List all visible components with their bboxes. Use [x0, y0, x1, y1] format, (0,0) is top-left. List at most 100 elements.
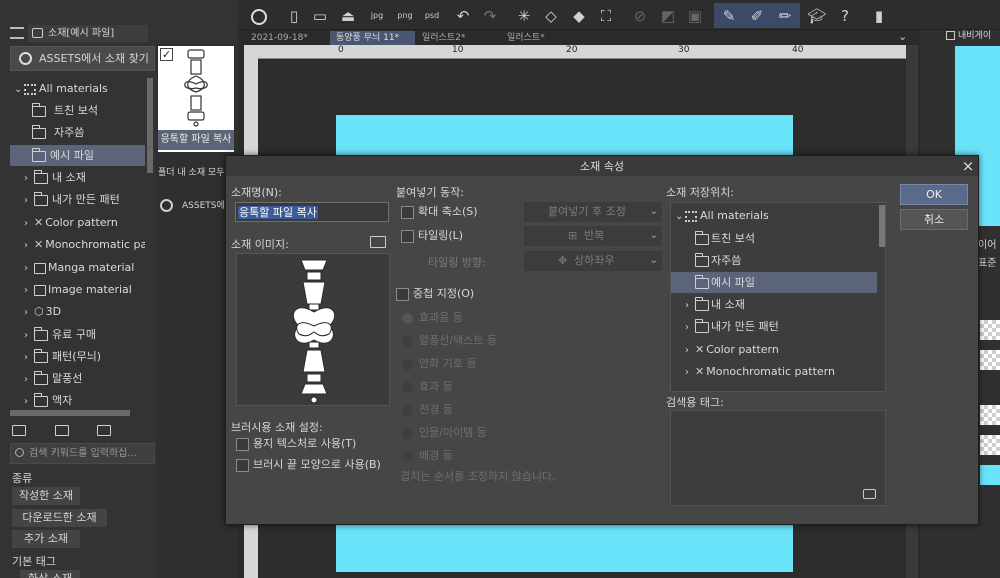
search-input[interactable]: 검색 키워드를 입력하십... — [10, 443, 155, 464]
invert-icon[interactable]: ◩ — [657, 5, 679, 27]
layer-thumb-3[interactable] — [980, 405, 1000, 425]
add-folder-icon[interactable] — [12, 424, 26, 436]
tree-item-manga[interactable]: › Manga material — [10, 257, 145, 278]
overlap-checkbox[interactable]: 중첩 지정(O) — [396, 285, 474, 303]
category-created-button[interactable]: 작성한 소재 — [12, 487, 80, 505]
location-item-monochromatic[interactable]: › ✕ Monochromatic pattern — [671, 361, 877, 382]
clear-icon[interactable]: ◇ — [540, 5, 562, 27]
overlap-option-sfx[interactable]: 효과음 등 — [402, 308, 463, 328]
tiling-direction-dropdown[interactable]: ✥ 상하좌우 ⌄ — [524, 251, 662, 271]
export-jpg-icon[interactable]: jpg — [366, 5, 388, 27]
location-item-my-pattern[interactable]: › 내가 만든 패턴 — [671, 316, 877, 337]
category-downloaded-button[interactable]: 다운로드한 소재 — [12, 509, 107, 527]
category-added-button[interactable]: 추가 소재 — [12, 530, 80, 548]
location-item-frequent[interactable]: 자주씀 — [671, 250, 877, 271]
location-item-color-pattern[interactable]: › ✕ Color pattern — [671, 339, 877, 360]
ruler-label-30: 30 — [678, 45, 690, 55]
layer-thumb-2[interactable] — [980, 350, 1000, 370]
canvas-tab-1[interactable]: 2021-09-18* — [245, 31, 325, 45]
cancel-button[interactable]: 취소 — [900, 209, 968, 230]
location-item-friend-gems[interactable]: 트친 보석 — [671, 228, 877, 249]
edit-folder-icon[interactable] — [97, 424, 111, 436]
new-file-icon[interactable]: ▯ — [283, 5, 305, 27]
learn-icon[interactable]: 🎓︎ — [806, 5, 828, 27]
canvas-tab-2[interactable]: 동양풍 무늬 11* — [330, 31, 415, 45]
tree-item-all-materials[interactable]: ⌄ All materials — [10, 78, 145, 99]
undo-icon[interactable]: ↶ — [452, 5, 474, 27]
ok-button[interactable]: OK — [900, 184, 968, 205]
export-psd-icon[interactable]: psd — [421, 5, 443, 27]
transform-icon[interactable]: ⛶ — [595, 5, 617, 27]
scale-dropdown[interactable]: 붙여넣기 후 조정 ⌄ — [524, 202, 662, 222]
tree-item-pattern[interactable]: › 패턴(무늬) — [10, 346, 145, 367]
help-icon[interactable]: ? — [834, 5, 856, 27]
image-material-tag-button[interactable]: 화상 소재 — [20, 570, 80, 578]
location-item-my-material[interactable]: › 내 소재 — [671, 294, 877, 315]
blend-mode-text[interactable]: 표준 — [978, 254, 996, 269]
overlap-option-character[interactable]: 인물/아이템 등 — [402, 423, 487, 443]
assets-button[interactable]: ASSETS에서 소재 찾기 — [10, 46, 155, 71]
tree-item-balloon[interactable]: › 말풍선 — [10, 368, 145, 389]
copy-folder-icon[interactable] — [54, 424, 69, 436]
tree-item-friend-gems[interactable]: 트친 보석 — [10, 100, 145, 121]
material-panel-tab[interactable]: 소재[예시 파일] — [28, 25, 148, 42]
layer-thumb-1[interactable] — [980, 320, 1000, 340]
tree-item-frame[interactable]: › 액자 — [10, 390, 145, 408]
scale-checkbox[interactable]: 확대 축소(S) — [401, 203, 478, 221]
tree-h-scrollbar[interactable] — [10, 410, 130, 416]
open-folder-icon[interactable]: ▭ — [309, 5, 331, 27]
tree-item-3d[interactable]: › ⬡ 3D — [10, 301, 145, 322]
layer-cyan-thumb[interactable] — [980, 465, 1000, 485]
cloud-upload-icon[interactable]: ⏏ — [337, 5, 359, 27]
tree-item-my-material[interactable]: › 내 소재 — [10, 167, 145, 188]
fill-icon[interactable]: ◆ — [568, 5, 590, 27]
material-name-value: 응톡할 파일 복사 — [238, 206, 318, 219]
location-item-all-materials[interactable]: ⌄ All materials — [671, 205, 877, 226]
open-image-folder-icon[interactable] — [370, 236, 386, 248]
add-tag-icon[interactable] — [863, 489, 876, 499]
brush-snap-icon[interactable]: ✐ — [746, 5, 768, 27]
tree-item-paid[interactable]: › 유료 구매 — [10, 324, 145, 345]
brush-tip-checkbox[interactable]: 브러시 끝 모양으로 사용(B) — [236, 456, 381, 474]
redo-icon[interactable]: ↷ — [479, 5, 501, 27]
tree-item-image[interactable]: › Image material — [10, 279, 145, 300]
overlap-option-background[interactable]: 배경 등 — [402, 446, 453, 466]
canvas-tab-3[interactable]: 일러스트2* — [418, 31, 498, 45]
tree-item-example-file[interactable]: 예시 파일 — [10, 145, 145, 166]
tree-scrollbar[interactable] — [147, 78, 153, 173]
pen-snap-icon[interactable]: ✎ — [718, 5, 740, 27]
canvas-page-top[interactable] — [336, 115, 793, 157]
material-name-input[interactable]: 응톡할 파일 복사 — [235, 202, 389, 222]
panel-menu-icon[interactable] — [10, 27, 24, 39]
overlap-option-foreground[interactable]: 전경 등 — [402, 400, 453, 420]
tiling-dropdown[interactable]: ⊞ 반복 ⌄ — [524, 226, 662, 246]
assets-link[interactable]: ASSETS에서 — [160, 198, 230, 214]
tab-overflow-icon[interactable]: ⌄ — [898, 30, 907, 43]
navigator-tab[interactable]: 내비게이 — [944, 28, 1000, 44]
paper-texture-checkbox[interactable]: 용지 텍스처로 사용(T) — [236, 435, 356, 453]
loading-icon[interactable]: ✳ — [513, 5, 535, 27]
canvas-tab-4[interactable]: 일러스트* — [503, 31, 583, 45]
companion-icon[interactable]: ▮ — [868, 5, 890, 27]
logo-icon[interactable] — [248, 5, 270, 27]
tree-item-color-pattern[interactable]: › ✕ Color pattern — [10, 212, 145, 233]
dialog-close-button[interactable]: × — [960, 156, 976, 176]
overlap-option-balloon[interactable]: 말풍선/텍스트 등 — [402, 331, 497, 351]
location-tree-scrollbar[interactable] — [879, 205, 885, 247]
show-selection-icon[interactable]: ▣ — [684, 5, 706, 27]
search-tag-area[interactable] — [670, 410, 886, 506]
tree-item-monochromatic[interactable]: ›✕Monochromatic patter — [10, 234, 145, 255]
layer-thumb-4[interactable] — [980, 435, 1000, 455]
overlap-option-effect[interactable]: 효과 등 — [402, 377, 453, 397]
location-item-example-file[interactable]: 예시 파일 — [671, 272, 877, 293]
export-png-icon[interactable]: png — [394, 5, 416, 27]
thumbnail-checkbox[interactable]: ✓ — [160, 48, 173, 61]
canvas-page-bottom[interactable] — [336, 522, 793, 572]
ruler-snap-icon[interactable]: ✏ — [774, 5, 796, 27]
tree-item-frequent[interactable]: 자주씀 — [10, 122, 145, 143]
tree-item-my-pattern[interactable]: › 내가 만든 패턴 — [10, 189, 145, 210]
deselect-icon[interactable]: ⊘ — [629, 5, 651, 27]
tiling-checkbox[interactable]: 타일링(L) — [401, 227, 463, 245]
overlap-option-manga-symbol[interactable]: 만화 기호 등 — [402, 354, 477, 374]
material-thumbnail[interactable]: ✓ 응톡할 파일 복사 — [158, 46, 234, 152]
